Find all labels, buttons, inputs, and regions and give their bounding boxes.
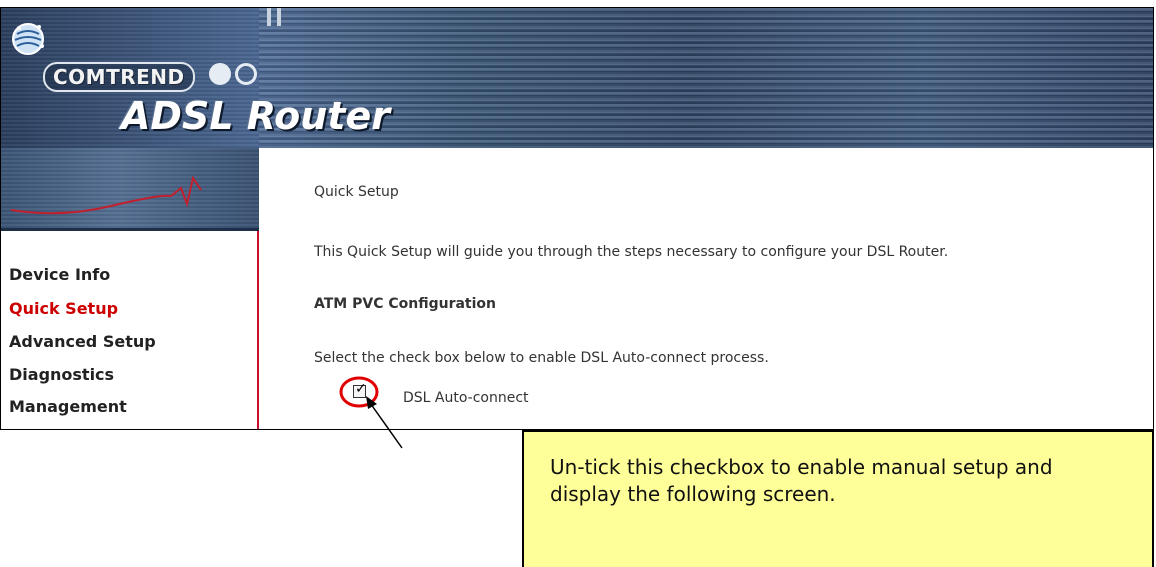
signal-wave-graphic (10, 175, 202, 215)
instruction-text: Select the check box below to enable DSL… (314, 350, 769, 366)
header-decor-bar (267, 8, 271, 26)
header-decor-bar (277, 8, 281, 26)
dsl-auto-connect-checkbox[interactable]: ✓ (353, 381, 367, 398)
annotation-callout: Un-tick this checkbox to enable manual s… (522, 430, 1154, 567)
header-banner-strip (259, 8, 1153, 148)
brand-logo: COMTREND (43, 62, 195, 92)
sidebar-header-decor (1, 148, 259, 231)
section-heading: ATM PVC Configuration (314, 296, 496, 312)
page-title: Quick Setup (314, 184, 399, 200)
sidebar-item-diagnostics[interactable]: Diagnostics (9, 365, 114, 384)
product-title: ADSL Router (121, 94, 390, 138)
sidebar-item-management[interactable]: Management (9, 397, 127, 416)
sidebar-item-device-info[interactable]: Device Info (9, 265, 110, 284)
logo-dot-icon (209, 63, 231, 85)
comtrend-globe-icon (12, 23, 44, 55)
callout-text-line-1: Un-tick this checkbox to enable manual s… (550, 455, 1053, 479)
intro-text: This Quick Setup will guide you through … (314, 244, 949, 260)
sidebar-item-quick-setup[interactable]: Quick Setup (9, 299, 118, 318)
router-web-ui: COMTREND ADSL Router Device Info Quick S… (0, 7, 1154, 430)
dsl-auto-connect-label: DSL Auto-connect (403, 390, 529, 406)
sidebar-nav: Device Info Quick Setup Advanced Setup D… (1, 231, 259, 429)
sidebar-item-advanced-setup[interactable]: Advanced Setup (9, 332, 156, 351)
checkmark-icon: ✓ (355, 381, 367, 397)
callout-text-line-2: display the following screen. (550, 482, 836, 506)
logo-ring-icon (235, 63, 257, 85)
